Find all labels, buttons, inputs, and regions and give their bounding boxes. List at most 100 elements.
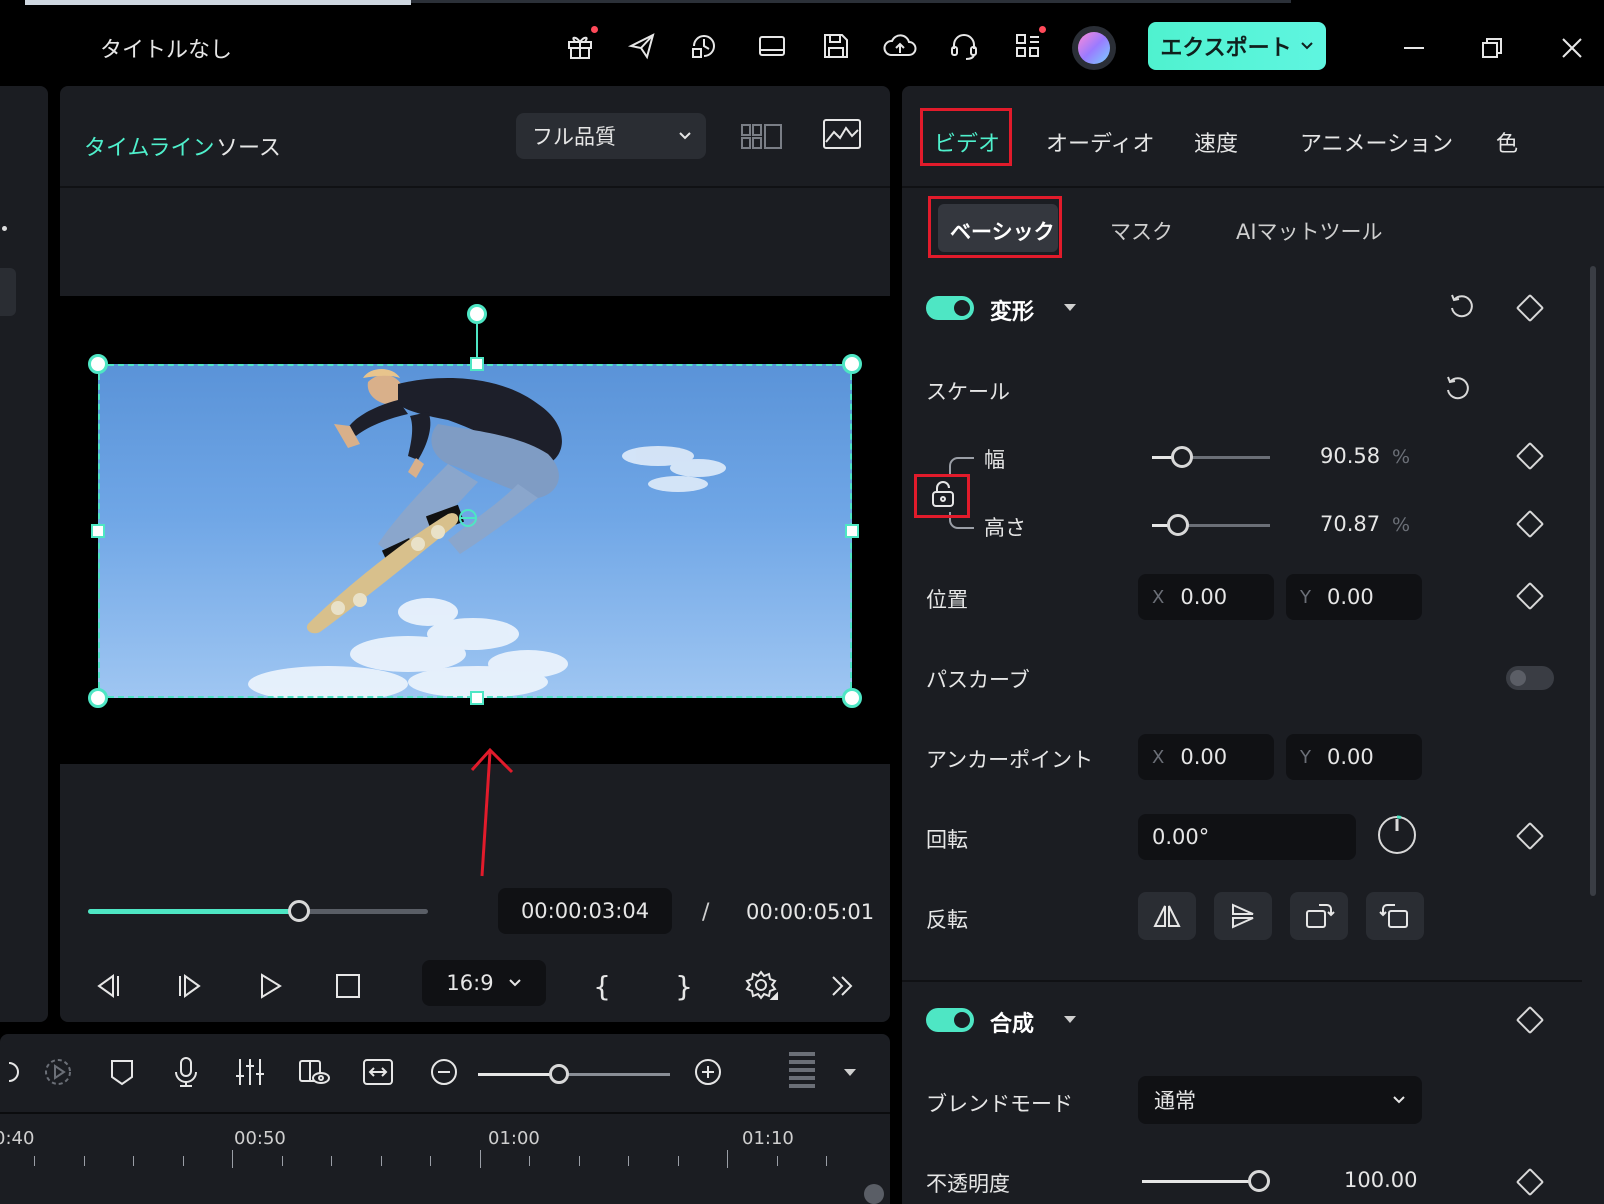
mark-in-button[interactable]: { (580, 964, 624, 1008)
layout-icon[interactable] (752, 26, 792, 66)
restore-icon[interactable] (1472, 28, 1512, 68)
tab-color[interactable]: 色 (1496, 126, 1518, 158)
anchor-x-field[interactable]: X 0.00 (1138, 734, 1274, 780)
stop-icon[interactable] (326, 964, 370, 1008)
position-y-value: 0.00 (1327, 585, 1374, 609)
resize-handle-bottom-left[interactable] (88, 688, 108, 708)
reset-icon[interactable] (1444, 374, 1472, 402)
speed-ramp-icon[interactable] (38, 1052, 78, 1092)
rotate-handle[interactable] (467, 304, 487, 324)
headset-icon[interactable] (944, 26, 984, 66)
flip-horizontal-icon (1153, 905, 1181, 927)
chevron-down-icon (1300, 42, 1313, 50)
playhead-knob[interactable] (287, 900, 310, 922)
unlock-ratio-icon[interactable] (930, 480, 956, 510)
ruler-tick (182, 1156, 184, 1166)
project-title: タイトルなし (100, 38, 233, 63)
grid-view-icon[interactable] (740, 122, 784, 152)
transform-toggle[interactable] (926, 296, 974, 320)
current-time[interactable]: 00:00:03:04 (498, 888, 672, 934)
tab-speed[interactable]: 速度 (1194, 126, 1238, 158)
avatar[interactable] (1072, 26, 1116, 70)
cloud-upload-icon[interactable] (880, 26, 920, 66)
resize-handle-bottom-right[interactable] (842, 688, 862, 708)
section-title-transform: 変形 (990, 300, 1035, 325)
rotation-field[interactable]: 0.00° (1138, 814, 1356, 860)
compositing-toggle[interactable] (926, 1008, 974, 1032)
gift-icon[interactable] (560, 26, 600, 66)
position-y-field[interactable]: Y 0.00 (1286, 574, 1422, 620)
anchor-y-field[interactable]: Y 0.00 (1286, 734, 1422, 780)
subtab-ai-matte[interactable]: AIマットツール (1236, 216, 1383, 246)
send-icon[interactable] (622, 26, 662, 66)
resize-handle-left[interactable] (91, 524, 105, 538)
resize-handle-bottom[interactable] (470, 691, 484, 705)
tab-audio[interactable]: オーディオ (1046, 126, 1154, 158)
tab-source[interactable]: ソース (216, 130, 281, 162)
settings-icon[interactable] (740, 964, 784, 1008)
tab-animation[interactable]: アニメーション (1300, 126, 1453, 158)
reset-icon[interactable] (1448, 292, 1476, 320)
rotate-right-button[interactable] (1290, 892, 1348, 940)
ruler-tick (430, 1156, 431, 1166)
apps-icon[interactable] (1008, 26, 1048, 66)
ruler-tick (331, 1156, 332, 1166)
path-curve-toggle[interactable] (1506, 666, 1554, 690)
mark-out-button[interactable]: } (662, 964, 706, 1008)
fit-timeline-icon[interactable] (358, 1052, 398, 1092)
opacity-value[interactable]: 100.00 (1344, 1168, 1417, 1192)
position-x-field[interactable]: X 0.00 (1138, 574, 1274, 620)
resize-handle-top-left[interactable] (88, 354, 108, 374)
avatar-image (1078, 32, 1110, 64)
flip-horizontal-button[interactable] (1138, 892, 1196, 940)
subtab-mask[interactable]: マスク (1110, 216, 1173, 246)
caret-down-icon[interactable] (830, 1052, 870, 1092)
close-icon[interactable] (1552, 28, 1592, 68)
divider (902, 980, 1582, 982)
opacity-slider-track[interactable] (1142, 1180, 1260, 1183)
microphone-icon[interactable] (166, 1052, 206, 1092)
zoom-out-icon[interactable] (424, 1052, 464, 1092)
prev-frame-icon[interactable] (86, 964, 130, 1008)
resize-handle-top-right[interactable] (842, 354, 862, 374)
zoom-in-icon[interactable] (688, 1052, 728, 1092)
axis-x-label: X (1152, 746, 1165, 768)
blend-mode-select[interactable]: 通常 (1138, 1076, 1422, 1124)
audio-mixer-icon[interactable] (230, 1052, 270, 1092)
rotate-left-button[interactable] (1366, 892, 1424, 940)
width-slider-knob[interactable] (1170, 446, 1193, 468)
height-value[interactable]: 70.87 (1320, 512, 1380, 536)
more-chevron-icon[interactable] (820, 964, 864, 1008)
selection-box[interactable] (98, 364, 852, 698)
section-title-compositing: 合成 (990, 1012, 1035, 1037)
zoom-slider-knob[interactable] (548, 1064, 569, 1084)
width-value[interactable]: 90.58 (1320, 444, 1380, 468)
preview-quality-icon[interactable] (294, 1052, 334, 1092)
collapse-caret-icon[interactable] (1064, 304, 1076, 311)
aspect-ratio-select[interactable]: 16:9 (422, 960, 546, 1006)
zoom-slider-fill (478, 1073, 559, 1076)
opacity-slider-knob[interactable] (1248, 1170, 1270, 1192)
save-icon[interactable] (816, 26, 856, 66)
history-icon[interactable] (684, 26, 724, 66)
export-button[interactable]: エクスポート (1148, 22, 1326, 70)
flip-vertical-button[interactable] (1214, 892, 1272, 940)
minimize-icon[interactable] (1394, 28, 1434, 68)
resize-handle-right[interactable] (845, 524, 859, 538)
marker-icon[interactable] (102, 1052, 142, 1092)
tab-timeline[interactable]: タイムライン (84, 130, 214, 162)
rotation-dial-icon[interactable] (1376, 814, 1418, 856)
inspector-scrollbar[interactable] (1590, 266, 1596, 896)
track-height-icon[interactable] (782, 1052, 822, 1092)
resize-handle-top[interactable] (470, 357, 484, 371)
quality-select[interactable]: フル品質 (516, 113, 706, 159)
panel-chip[interactable] (0, 268, 16, 316)
next-frame-icon[interactable] (168, 964, 212, 1008)
collapse-caret-icon[interactable] (1064, 1016, 1076, 1023)
snapshot-icon[interactable] (822, 118, 862, 152)
timeline-scroll-knob[interactable] (864, 1184, 884, 1204)
link-icon[interactable] (0, 1052, 24, 1092)
height-slider-knob[interactable] (1166, 514, 1189, 536)
play-icon[interactable] (248, 964, 292, 1008)
path-curve-label: パスカーブ (926, 668, 1030, 692)
